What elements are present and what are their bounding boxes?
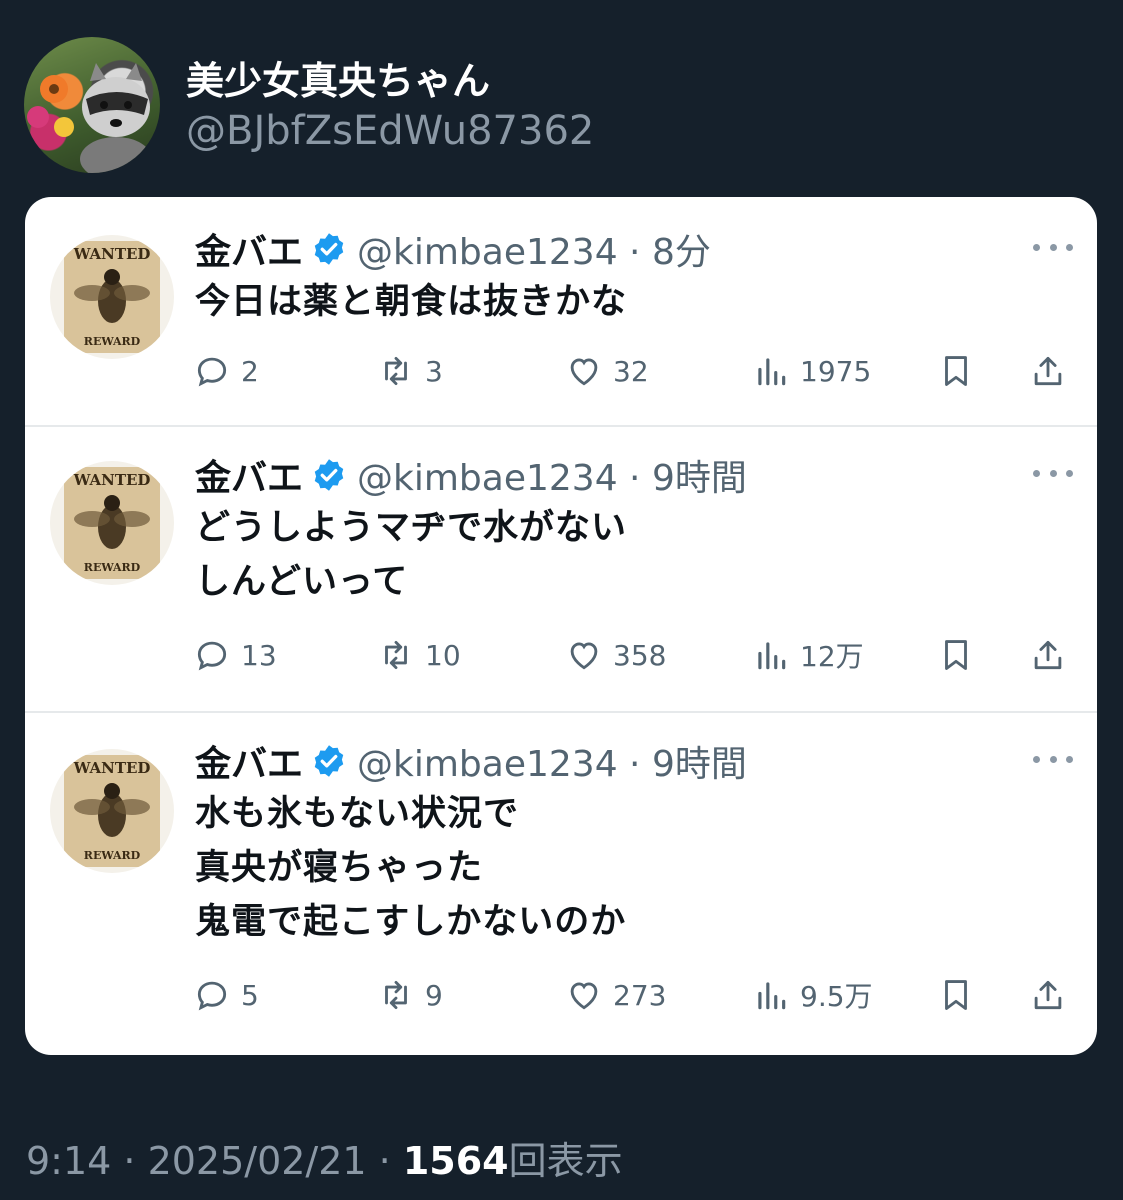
author-handle[interactable]: @BJbfZsEdWu87362 [186,108,594,154]
raccoon-avatar-image [27,63,152,173]
reply-icon [197,981,227,1011]
handle-timestamp[interactable]: @kimbae1234 · 9時間 [357,449,747,501]
analytics-icon [758,642,786,670]
bookmark-button[interactable] [937,973,975,1017]
views-button[interactable]: 12万 [752,633,864,677]
wanted-poster-avatar[interactable]: WANTED REWARD [50,235,174,359]
svg-text:REWARD: REWARD [84,849,141,862]
wanted-poster-avatar[interactable]: WANTED REWARD [50,749,174,873]
tweet-line: しんどいって [195,562,409,602]
verified-badge-icon [314,233,344,265]
share-icon [1034,356,1062,386]
share-button[interactable] [1029,973,1067,1017]
reply-icon [197,357,227,387]
quoted-tweet-2[interactable]: WANTED REWARD 金バエ @kimbae1234 · 9時間 どうしよ… [25,425,1097,713]
heart-icon [570,358,598,386]
tweet-header: 金バエ @kimbae1234 · 8分 [195,223,711,275]
view-count: 1975 [800,354,872,388]
retweet-icon [385,640,407,670]
tweet-header: 金バエ @kimbae1234 · 9時間 [195,449,747,501]
like-count: 273 [613,978,667,1012]
reply-icon [197,641,227,671]
bookmark-icon [945,356,967,386]
author-avatar[interactable] [24,37,160,173]
handle-timestamp[interactable]: @kimbae1234 · 9時間 [357,735,747,787]
views-button[interactable]: 1975 [752,349,871,393]
quoted-tweets-card[interactable]: WANTED REWARD 金バエ @kimbae1234 · 8分 今日は薬と… [25,197,1097,1055]
heart-icon [570,642,598,670]
user-name[interactable]: 金バエ [195,735,303,787]
svg-text:REWARD: REWARD [84,335,141,348]
share-icon [1034,980,1062,1010]
reply-count: 5 [241,978,259,1012]
svg-text:WANTED: WANTED [73,471,151,489]
more-options-icon[interactable] [1033,241,1073,253]
retweet-button[interactable]: 3 [377,349,443,393]
retweet-icon [385,980,407,1010]
svg-text:WANTED: WANTED [73,245,151,263]
retweet-button[interactable]: 10 [377,633,461,677]
svg-text:REWARD: REWARD [84,561,141,574]
more-options-icon[interactable] [1033,753,1073,765]
author-name[interactable]: 美少女真央ちゃん [186,50,490,105]
retweet-icon [385,356,407,386]
share-icon [1034,640,1062,670]
action-bar: 2 3 32 1975 [25,349,1097,393]
user-name[interactable]: 金バエ [195,223,303,275]
verified-badge-icon [314,459,344,491]
like-count: 32 [613,354,649,388]
tweet-line: 真央が寝ちゃった [195,848,484,888]
verified-badge-icon [314,745,344,777]
tweet-line: 水も氷もない状況で [195,794,520,834]
like-button[interactable]: 273 [565,973,666,1017]
retweet-button[interactable]: 9 [377,973,443,1017]
view-count: 12万 [800,640,864,673]
bookmark-button[interactable] [937,633,975,677]
retweet-count: 10 [425,638,461,672]
wanted-poster-image: WANTED REWARD [64,241,160,353]
share-button[interactable] [1029,349,1067,393]
bookmark-icon [945,640,967,670]
reply-count: 2 [241,354,259,388]
tweet-text: 今日は薬と朝食は抜きかな [195,275,627,329]
tweet-text: どうしようマヂで水がない しんどいって [195,501,627,609]
wanted-poster-image: WANTED REWARD [64,755,160,867]
like-button[interactable]: 358 [565,633,666,677]
wanted-poster-avatar[interactable]: WANTED REWARD [50,461,174,585]
analytics-icon [758,982,786,1010]
post-timestamp[interactable]: 9:14 · 2025/02/21 · [26,1139,403,1183]
reply-button[interactable]: 5 [193,973,259,1017]
user-name[interactable]: 金バエ [195,449,303,501]
handle-timestamp[interactable]: @kimbae1234 · 8分 [357,223,711,275]
wanted-poster-image: WANTED REWARD [64,467,160,579]
views-button[interactable]: 9.5万 [752,973,873,1017]
analytics-icon [758,358,786,386]
post-view-count: 1564 [402,1139,509,1183]
reply-button[interactable]: 2 [193,349,259,393]
tweet-line: 今日は薬と朝食は抜きかな [195,282,628,322]
action-bar: 5 9 273 9.5万 [25,973,1097,1017]
action-bar: 13 10 358 12万 [25,633,1097,677]
reply-button[interactable]: 13 [193,633,277,677]
tweet-header: 金バエ @kimbae1234 · 9時間 [195,735,747,787]
heart-icon [570,982,598,1010]
bookmark-button[interactable] [937,349,975,393]
quoted-tweet-1[interactable]: WANTED REWARD 金バエ @kimbae1234 · 8分 今日は薬と… [25,197,1097,427]
views-label: 回表示 [508,1139,623,1183]
post-metadata: 9:14 · 2025/02/21 · 1564回表示 [26,1130,623,1185]
bookmark-icon [945,980,967,1010]
retweet-count: 9 [425,978,443,1012]
tweet-line: 鬼電で起こすしかないのか [195,902,627,942]
tweet-line: どうしようマヂで水がない [195,508,628,548]
quoted-tweet-3[interactable]: WANTED REWARD 金バエ @kimbae1234 · 9時間 水も氷も… [25,711,1097,1055]
share-button[interactable] [1029,633,1067,677]
retweet-count: 3 [425,354,443,388]
reply-count: 13 [241,638,277,672]
svg-text:WANTED: WANTED [73,759,151,777]
view-count: 9.5万 [800,980,873,1013]
more-options-icon[interactable] [1033,467,1073,479]
tweet-text: 水も氷もない状況で 真央が寝ちゃった 鬼電で起こすしかないのか [195,787,626,949]
like-count: 358 [613,638,667,672]
like-button[interactable]: 32 [565,349,649,393]
